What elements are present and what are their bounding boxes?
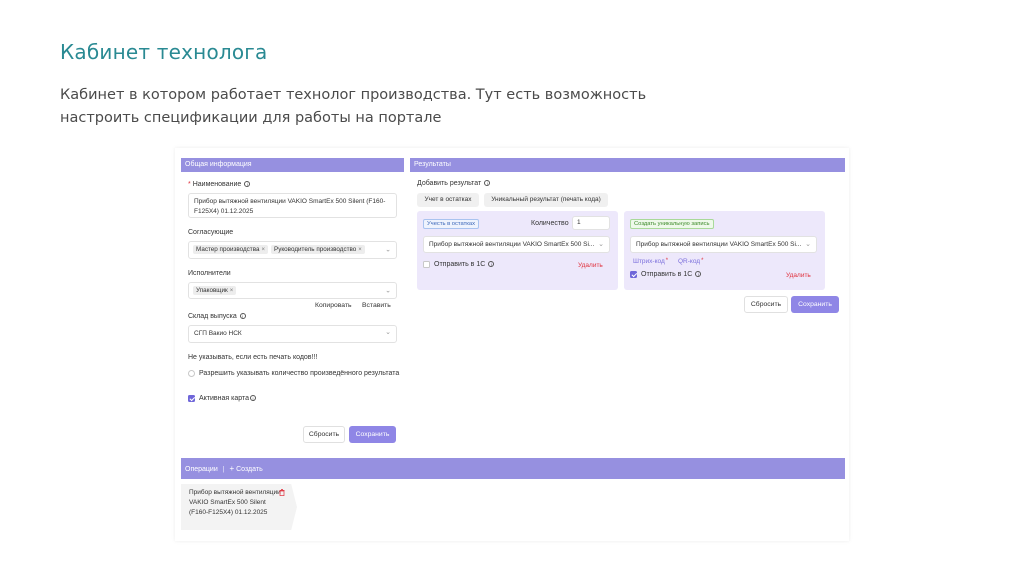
active-card-label-row: Активная карта i xyxy=(199,395,257,402)
operations-header: Операции | + Создать xyxy=(181,458,845,479)
tab-stock-accounting[interactable]: Учет в остатках xyxy=(417,193,479,207)
name-label: Наименование xyxy=(192,181,242,188)
create-operation-button[interactable]: + Создать xyxy=(229,464,262,473)
required-mark: * xyxy=(188,181,191,188)
executors-field[interactable]: Упаковщик × ⌄ xyxy=(188,282,397,299)
plus-icon: + xyxy=(229,464,235,473)
approver-tag: Мастер производства × xyxy=(193,245,268,254)
send-1c-checkbox[interactable] xyxy=(630,271,637,278)
info-icon[interactable]: i xyxy=(244,181,251,188)
separator: | xyxy=(222,466,225,473)
approver-tag: Руководитель производство × xyxy=(271,245,365,254)
general-info-header: Общая информация xyxy=(181,158,404,172)
send-1c-label: Отправить в 1С xyxy=(434,261,486,268)
warehouse-label-row: Склад выпуска i xyxy=(188,313,246,320)
product-select-stock[interactable]: Прибор вытяжной вентиляции VAKIO SmartEx… xyxy=(423,236,610,253)
approvers-field[interactable]: Мастер производства × Руководитель произво… xyxy=(188,241,397,259)
chevron-down-icon[interactable]: ⌄ xyxy=(805,237,811,251)
slide-title: Кабинет технолога xyxy=(60,40,268,64)
chevron-down-icon[interactable]: ⌄ xyxy=(598,237,604,251)
info-icon[interactable]: i xyxy=(239,313,246,320)
results-header: Результаты xyxy=(410,158,845,172)
delete-link[interactable]: Удалить xyxy=(578,262,603,269)
unique-chip[interactable]: Создать уникальную запись xyxy=(630,219,714,229)
add-result-label: Добавить результат xyxy=(417,180,482,187)
result-card-unique: Создать уникальную запись Прибор вытяжно… xyxy=(624,211,825,290)
allow-qty-radio[interactable] xyxy=(188,370,195,377)
send-1c-row: Отправить в 1С i xyxy=(434,261,495,268)
required-mark: * xyxy=(665,258,669,264)
app-screenshot: Общая информация * Наименование i Прибор в… xyxy=(175,148,849,541)
results-reset-button[interactable]: Сбросить xyxy=(744,296,788,313)
info-icon[interactable]: i xyxy=(695,271,702,278)
result-card-stock: Учесть в остатках Количество 1 Прибор вы… xyxy=(417,211,618,290)
product-select-unique[interactable]: Прибор вытяжной вентиляции VAKIO SmartEx… xyxy=(630,236,817,253)
product-value: Прибор вытяжной вентиляции VAKIO SmartEx… xyxy=(429,241,595,248)
info-icon[interactable]: i xyxy=(488,261,495,268)
remove-tag-icon[interactable]: × xyxy=(230,288,234,294)
copy-button[interactable]: Копировать xyxy=(315,302,352,309)
remove-tag-icon[interactable]: × xyxy=(358,247,362,253)
barcode-option[interactable]: Штрих-код* xyxy=(633,258,668,265)
active-card-label: Активная карта xyxy=(199,395,250,402)
product-value: Прибор вытяжной вентиляции VAKIO SmartEx… xyxy=(636,241,802,248)
paste-button[interactable]: Вставить xyxy=(362,302,391,309)
active-card-checkbox[interactable] xyxy=(188,395,195,402)
operations-label: Операции xyxy=(185,466,218,473)
name-field[interactable]: Прибор вытяжной вентиляции VAKIO SmartEx… xyxy=(188,193,397,218)
required-mark: * xyxy=(701,258,704,264)
send-1c-label: Отправить в 1С xyxy=(641,271,693,278)
name-label-row: * Наименование i xyxy=(188,181,251,188)
qty-label: Количество xyxy=(531,220,569,227)
executor-tag: Упаковщик × xyxy=(193,286,237,295)
results-save-button[interactable]: Сохранить xyxy=(791,296,839,313)
approvers-label: Согласующие xyxy=(188,229,234,236)
no-print-note: Не указывать, если есть печать кодов!!! xyxy=(188,354,318,361)
chevron-down-icon[interactable]: ⌄ xyxy=(385,286,391,294)
delete-link[interactable]: Удалить xyxy=(786,272,811,279)
chevron-down-icon[interactable]: ⌄ xyxy=(385,246,391,254)
remove-tag-icon[interactable]: × xyxy=(261,247,265,253)
chevron-down-icon[interactable]: ⌄ xyxy=(385,325,391,341)
send-1c-row: Отправить в 1С i xyxy=(641,271,702,278)
general-save-button[interactable]: Сохранить xyxy=(349,426,396,443)
add-result-row: Добавить результат i xyxy=(417,180,491,187)
info-icon[interactable]: i xyxy=(250,395,257,402)
trash-icon[interactable] xyxy=(279,489,285,496)
tab-unique-result[interactable]: Уникальный результат (печать кода) xyxy=(484,193,608,207)
general-reset-button[interactable]: Сбросить xyxy=(303,426,345,443)
warehouse-value: СГП Вакио НСК xyxy=(194,330,242,337)
info-icon[interactable]: i xyxy=(484,180,491,187)
executors-label: Исполнители xyxy=(188,270,231,277)
send-1c-checkbox[interactable] xyxy=(423,261,430,268)
qr-code-option[interactable]: QR-код* xyxy=(678,258,703,265)
qty-input[interactable]: 1 xyxy=(572,216,610,230)
warehouse-label: Склад выпуска xyxy=(188,313,237,320)
slide-description: Кабинет в котором работает технолог прои… xyxy=(60,87,647,126)
allow-qty-label: Разрешить указывать количество произведё… xyxy=(199,370,400,377)
operation-item-title: Прибор вытяжной вентиляции VAKIO SmartEx… xyxy=(189,489,281,516)
stock-chip[interactable]: Учесть в остатках xyxy=(423,219,480,229)
warehouse-select[interactable]: СГП Вакио НСК ⌄ xyxy=(188,325,397,343)
